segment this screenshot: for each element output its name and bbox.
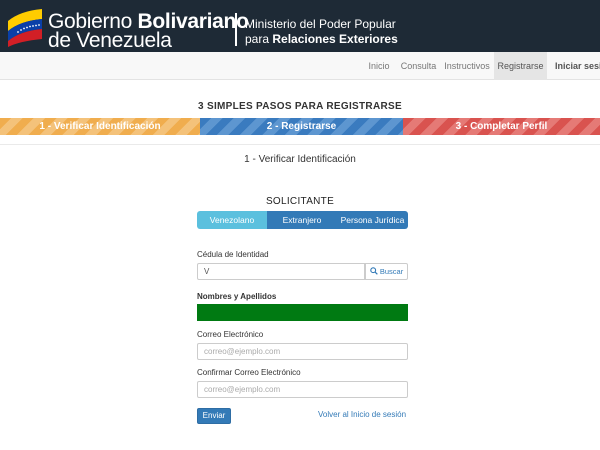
divider (0, 144, 600, 145)
ministry-title-line1: Ministerio del Poder Popular (245, 17, 396, 31)
tab-persona-juridica[interactable]: Persona Jurídica (337, 211, 408, 229)
step-1-verificar: 1 - Verificar Identificación (0, 118, 200, 135)
nav-item-consulta[interactable]: Consulta (397, 52, 440, 80)
solicitante-heading: SOLICITANTE (265, 196, 335, 207)
step-3-completar-perfil: 3 - Completar Perfil (403, 118, 600, 135)
nombres-field (197, 304, 408, 321)
nav-item-iniciar-sesion[interactable]: Iniciar sesión (549, 52, 600, 80)
site-header: Gobierno Bolivariano de Venezuela Minist… (0, 0, 600, 52)
nombres-label: Nombres y Apellidos (197, 292, 277, 301)
correo-label: Correo Electrónico (197, 330, 264, 339)
search-icon (370, 267, 378, 275)
ministry-title-line2: para Relaciones Exteriores (245, 32, 398, 46)
government-title-line2: de Venezuela (48, 29, 172, 52)
volver-inicio-link[interactable]: Volver al Inicio de sesión (318, 410, 406, 419)
section-title: 1 - Verificar Identificación (244, 154, 356, 165)
buscar-button[interactable]: Buscar (365, 263, 408, 280)
step-2-registrarse: 2 - Registrarse (200, 118, 403, 135)
correo-input[interactable] (197, 343, 408, 360)
top-nav: Inicio Consulta Instructivos Registrarse… (0, 52, 600, 80)
buscar-label: Buscar (379, 267, 404, 276)
confirmar-correo-label: Confirmar Correo Electrónico (197, 368, 301, 377)
cedula-input[interactable] (197, 263, 365, 280)
nav-item-instructivos[interactable]: Instructivos (442, 52, 492, 80)
header-divider (235, 13, 237, 46)
venezuela-flag-icon (8, 9, 42, 47)
confirmar-correo-input[interactable] (197, 381, 408, 398)
enviar-button[interactable]: Enviar (197, 408, 231, 424)
ministry-title-prefix: para (245, 32, 273, 46)
nav-item-registrarse[interactable]: Registrarse (494, 52, 547, 80)
steps-title: 3 SIMPLES PASOS PARA REGISTRARSE (198, 101, 402, 112)
cedula-label: Cédula de Identidad (197, 250, 269, 259)
tab-venezolano[interactable]: Venezolano (197, 211, 267, 229)
tab-extranjero[interactable]: Extranjero (267, 211, 337, 229)
ministry-title-bold: Relaciones Exteriores (272, 32, 398, 46)
nav-item-inicio[interactable]: Inicio (363, 52, 395, 80)
